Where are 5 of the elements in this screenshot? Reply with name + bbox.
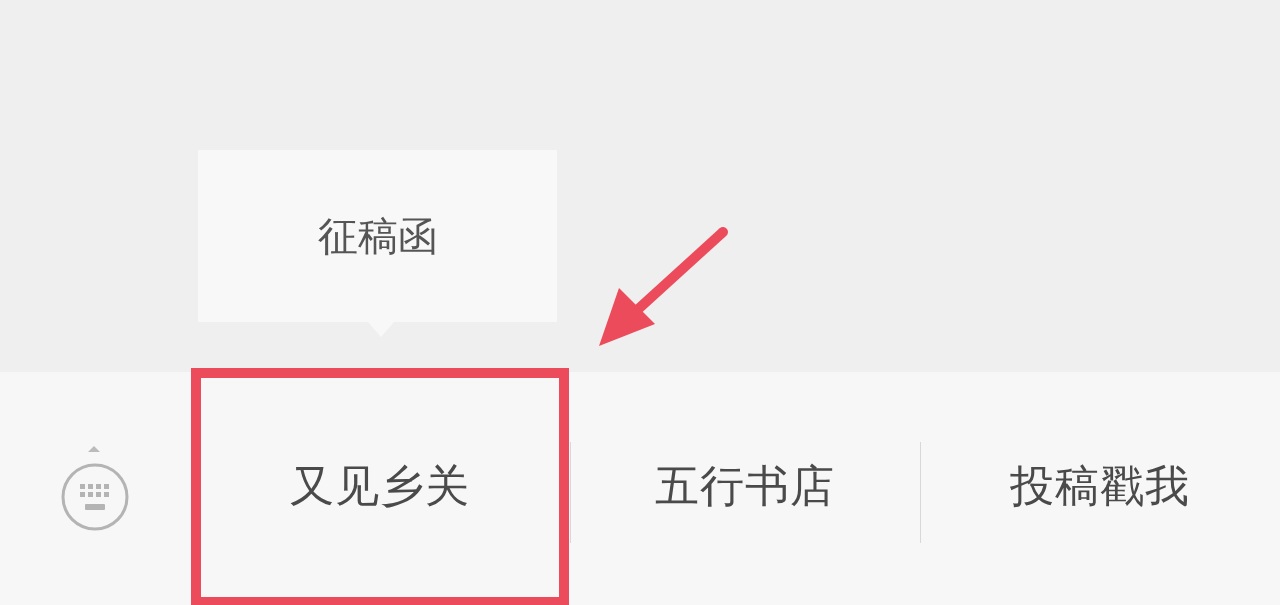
menu-item[interactable]: 投稿戳我 bbox=[921, 368, 1279, 605]
submenu-item[interactable]: 征稿函 bbox=[309, 204, 446, 268]
keyboard-icon[interactable] bbox=[60, 445, 130, 532]
menu-item[interactable]: 五行书店 bbox=[571, 368, 919, 605]
menu-item[interactable]: 又见乡关 bbox=[191, 368, 569, 605]
